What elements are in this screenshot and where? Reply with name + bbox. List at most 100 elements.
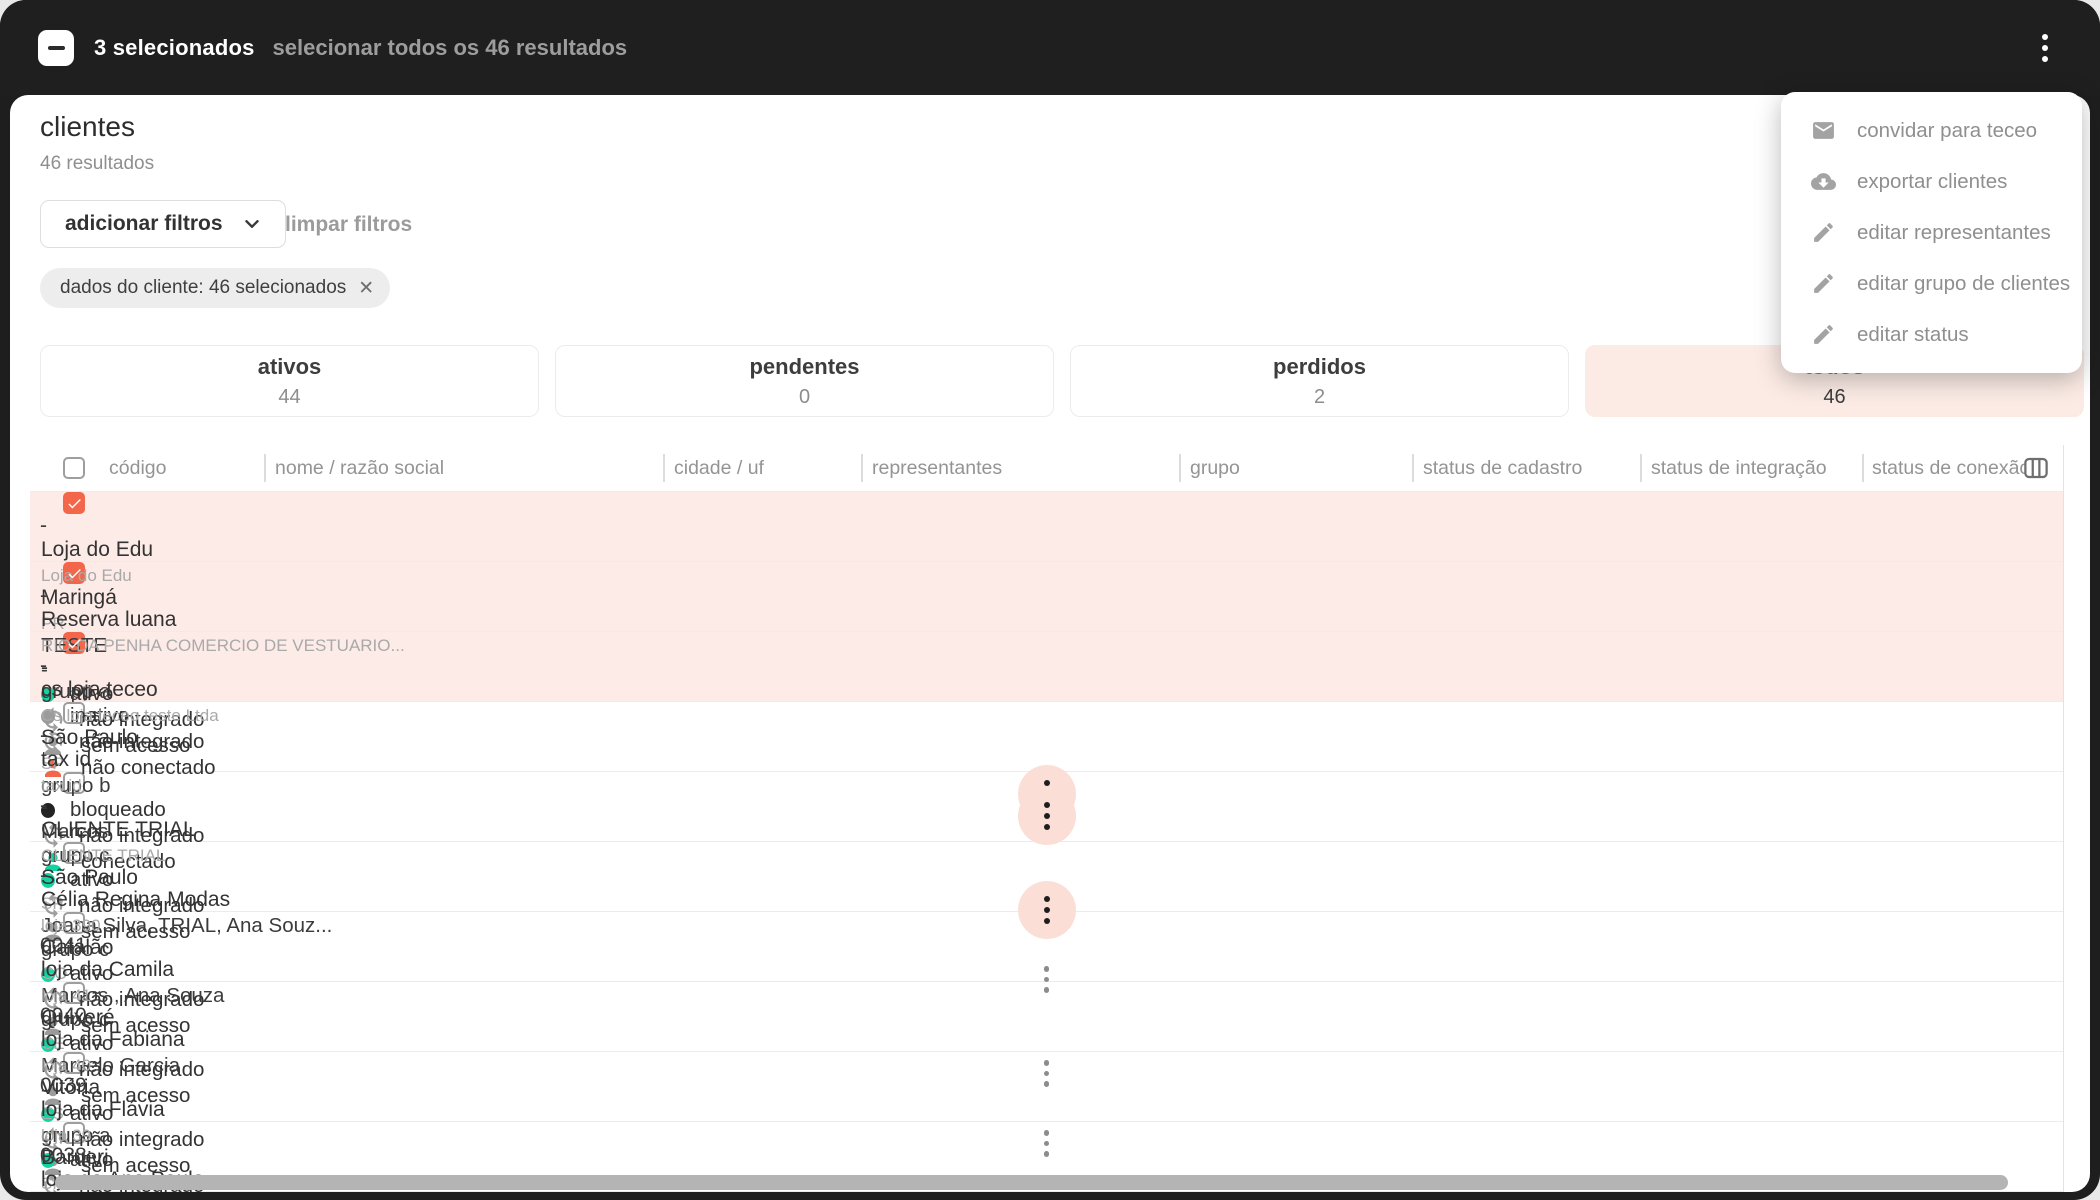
tab-pendentes[interactable]: pendentes 0 [555, 345, 1054, 417]
menu-item-label: editar grupo de clientes [1857, 272, 2070, 296]
select-all-results-link[interactable]: selecionar todos os 46 resultados [273, 35, 628, 61]
select-all-checkbox-indeterminate[interactable] [38, 30, 74, 66]
filter-chip-label: dados do cliente: 46 selecionados [60, 277, 346, 299]
menu-item-editar-status[interactable]: editar status [1781, 309, 2082, 360]
checkbox-cell [30, 562, 2063, 584]
kebab-icon [1044, 802, 1050, 830]
kebab-icon [1044, 896, 1050, 924]
kebab-icon [1044, 1130, 1050, 1157]
close-icon[interactable]: ✕ [358, 277, 374, 300]
client-name: loja da Flávia [41, 1098, 2063, 1122]
status-tabs: ativos44pendentes0perdidos2todos46 [40, 345, 2084, 417]
menu-item-label: convidar para teceo [1857, 119, 2037, 143]
results-count: 46 resultados [40, 153, 154, 175]
clients-table: código nome / razão social cidade / uf repr… [30, 445, 2064, 1192]
table-row[interactable]: -tax idtax id-Marcosgrupo cativonão inte… [30, 702, 2063, 772]
column-header-label: representantes [872, 457, 1002, 480]
menu-item-label: exportar clientes [1857, 170, 2007, 194]
client-name: Reserva luana [41, 608, 2063, 632]
selection-bar-menu-button[interactable] [2036, 28, 2054, 68]
minus-icon [48, 46, 65, 50]
horizontal-scrollbar[interactable] [55, 1175, 2008, 1190]
column-header-label: status de cadastro [1423, 457, 1582, 480]
tab-ativos[interactable]: ativos 44 [40, 345, 539, 417]
column-header-1: código [98, 445, 264, 491]
menu-item-exportar-clientes[interactable]: exportar clientes [1781, 156, 2082, 207]
table-row[interactable]: -Loja do EduLoja do EduMaringáPRTESTE-at… [30, 492, 2063, 562]
tab-label: perdidos [1273, 356, 1366, 378]
tab-label: pendentes [749, 356, 859, 378]
menu-item-label: editar status [1857, 323, 1969, 347]
menu-item-editar-grupo-de-clientes[interactable]: editar grupo de clientes [1781, 258, 2082, 309]
tab-count: 44 [278, 387, 300, 407]
checkbox-cell [30, 492, 2063, 514]
filter-chip[interactable]: dados do cliente: 46 selecionados ✕ [40, 268, 390, 308]
chevron-down-icon [241, 213, 263, 235]
clear-filters-link[interactable]: limpar filtros [285, 213, 412, 237]
column-header-2: nome / razão social [264, 445, 663, 491]
pencil-icon [1811, 322, 1836, 347]
row-checkbox[interactable] [63, 457, 85, 479]
column-header-8: status de conexão [1862, 445, 2025, 491]
row-checkbox-checked[interactable] [63, 632, 85, 654]
row-checkbox-checked[interactable] [63, 492, 85, 514]
client-code: - [30, 654, 2063, 678]
kebab-icon [1044, 1060, 1050, 1087]
column-header-label: cidade / uf [674, 457, 764, 480]
client-code: - [30, 584, 2063, 608]
pencil-icon [1811, 271, 1836, 296]
column-header-label: nome / razão social [275, 457, 444, 480]
page-title: clientes [40, 111, 135, 143]
column-header-3: cidade / uf [663, 445, 861, 491]
header-checkbox-cell [30, 445, 98, 491]
check-icon [66, 635, 83, 652]
client-name: Loja do Edu [41, 538, 2063, 562]
view-columns-icon[interactable] [2021, 453, 2051, 483]
column-header-6: status de cadastro [1412, 445, 1640, 491]
column-header-label: grupo [1190, 457, 1240, 480]
selected-count-label: 3 selecionados [94, 35, 255, 61]
client-code: - [30, 724, 2063, 748]
selection-bar: 3 selecionados selecionar todos os 46 re… [0, 0, 2100, 95]
checkbox-cell [30, 842, 2063, 864]
column-header-7: status de integração [1640, 445, 1862, 491]
table-header: código nome / razão social cidade / uf repr… [30, 445, 2063, 492]
row-menu-button[interactable] [1030, 963, 1064, 997]
column-header-label: código [109, 457, 166, 480]
client-name: cs loja teceo [41, 678, 2063, 702]
checkbox-cell [30, 702, 2063, 724]
client-name: loja da Fabiana [41, 1028, 2063, 1052]
check-icon [66, 495, 83, 512]
pencil-icon [1811, 220, 1836, 245]
row-menu-button[interactable] [1030, 799, 1064, 833]
menu-item-label: editar representantes [1857, 221, 2051, 245]
table-row[interactable]: -Reserva luanaRIO DA PENHA COMERCIO DE V… [30, 562, 2063, 632]
row-menu-button[interactable] [1030, 1127, 1064, 1161]
row-menu-button[interactable] [1030, 893, 1064, 927]
row-menu-button[interactable] [1030, 1057, 1064, 1091]
tab-count: 46 [1823, 387, 1845, 407]
mail-icon [1811, 118, 1836, 143]
column-header-4: representantes [861, 445, 1179, 491]
row-checkbox-checked[interactable] [63, 562, 85, 584]
tab-count: 0 [799, 387, 810, 407]
tab-count: 2 [1314, 387, 1325, 407]
cloud-download-icon [1811, 169, 1836, 194]
tab-label: ativos [258, 356, 322, 378]
actions-dropdown-menu: convidar para teceo exportar clientes edit… [1781, 92, 2082, 373]
column-header-label: status de conexão [1872, 457, 2025, 480]
menu-item-editar-representantes[interactable]: editar representantes [1781, 207, 2082, 258]
add-filters-button[interactable]: adicionar filtros [40, 200, 286, 248]
header-actions-cell [2025, 445, 2063, 491]
add-filters-label: adicionar filtros [65, 212, 223, 236]
menu-item-convidar-para-teceo[interactable]: convidar para teceo [1781, 105, 2082, 156]
column-header-label: status de integração [1651, 457, 1827, 480]
kebab-icon [1044, 966, 1050, 993]
client-code: - [30, 514, 2063, 538]
content-card: clientes 46 resultados adicionar filtros… [10, 95, 2090, 1192]
column-header-5: grupo [1179, 445, 1412, 491]
client-code: 0040 [30, 1004, 2063, 1028]
app-window: 3 selecionados selecionar todos os 46 re… [0, 0, 2100, 1200]
check-icon [66, 565, 83, 582]
tab-perdidos[interactable]: perdidos 2 [1070, 345, 1569, 417]
